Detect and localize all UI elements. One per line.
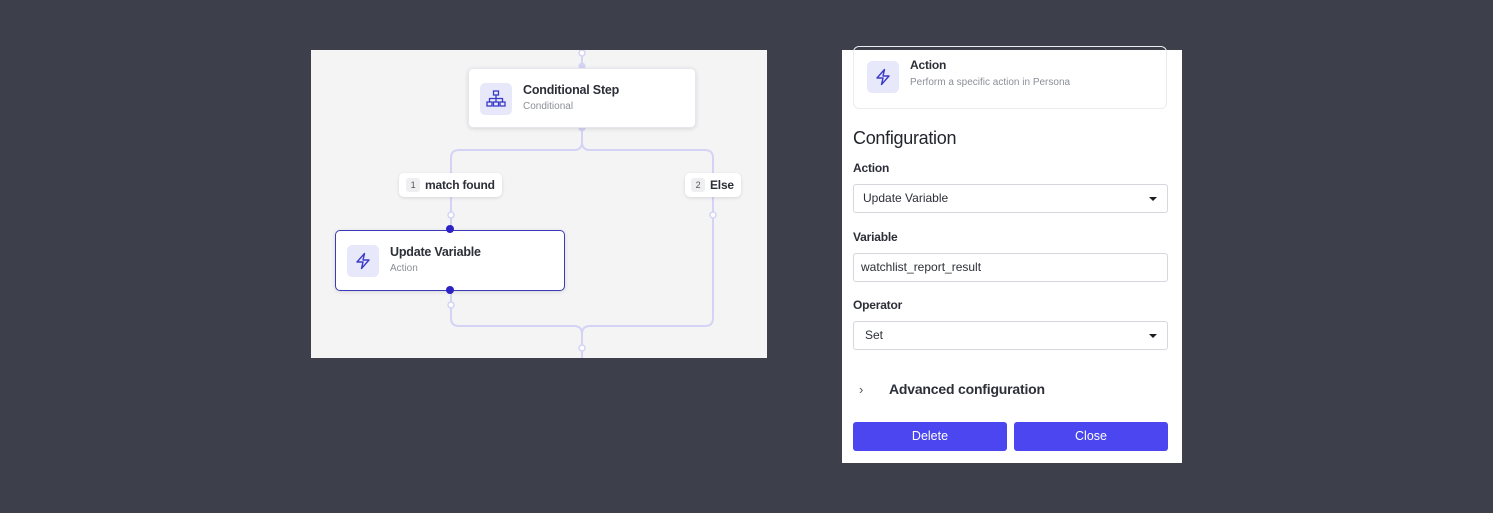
sitemap-icon xyxy=(480,83,512,115)
caret-down-icon xyxy=(1149,334,1157,338)
wire-port xyxy=(578,50,586,57)
operator-label: Operator xyxy=(853,298,903,312)
action-label: Action xyxy=(853,161,890,175)
lightning-icon xyxy=(867,61,899,93)
update-variable-node[interactable]: Update Variable Action xyxy=(335,230,565,291)
variable-input-value: watchlist_report_result xyxy=(861,260,982,274)
advanced-configuration-toggle[interactable]: › Advanced configuration xyxy=(859,381,1045,397)
wire-port xyxy=(447,301,455,309)
caret-down-icon xyxy=(1149,197,1157,201)
wire-port xyxy=(447,211,455,219)
lightning-icon xyxy=(347,245,379,277)
node-subtitle: Action xyxy=(390,263,418,274)
branch-number: 2 xyxy=(691,178,705,192)
branch-label-text: match found xyxy=(425,178,495,192)
node-title: Conditional Step xyxy=(523,83,620,97)
step-type-description: Perform a specific action in Persona xyxy=(910,77,1071,88)
wire-port xyxy=(578,344,586,352)
branch-label-match-found[interactable]: 1 match found xyxy=(399,173,502,197)
action-select[interactable]: Update Variable xyxy=(853,184,1168,213)
step-type-card: Action Perform a specific action in Pers… xyxy=(853,46,1167,109)
conditional-step-node[interactable]: Conditional Step Conditional xyxy=(468,68,696,128)
branch-label-else[interactable]: 2 Else xyxy=(685,173,741,197)
section-title: Configuration xyxy=(853,128,957,148)
variable-label: Variable xyxy=(853,230,898,244)
wire-port xyxy=(709,211,717,219)
node-subtitle: Conditional xyxy=(523,101,574,112)
variable-input[interactable]: watchlist_report_result xyxy=(853,253,1168,282)
step-type-title: Action xyxy=(910,58,947,72)
operator-select[interactable]: Set xyxy=(853,321,1168,350)
properties-panel: Action Perform a specific action in Pers… xyxy=(842,46,1182,463)
close-button[interactable]: Close xyxy=(1014,422,1168,451)
action-select-value: Update Variable xyxy=(863,191,949,205)
node-title: Update Variable xyxy=(390,245,481,259)
advanced-configuration-label: Advanced configuration xyxy=(889,381,1045,397)
operator-select-value: Set xyxy=(865,328,884,342)
branch-label-text: Else xyxy=(710,178,734,192)
workflow-canvas[interactable]: Conditional Step Conditional 1 match fou… xyxy=(311,50,767,358)
chevron-right-icon: › xyxy=(859,381,864,397)
branch-number: 1 xyxy=(406,178,420,192)
delete-button[interactable]: Delete xyxy=(853,422,1007,451)
